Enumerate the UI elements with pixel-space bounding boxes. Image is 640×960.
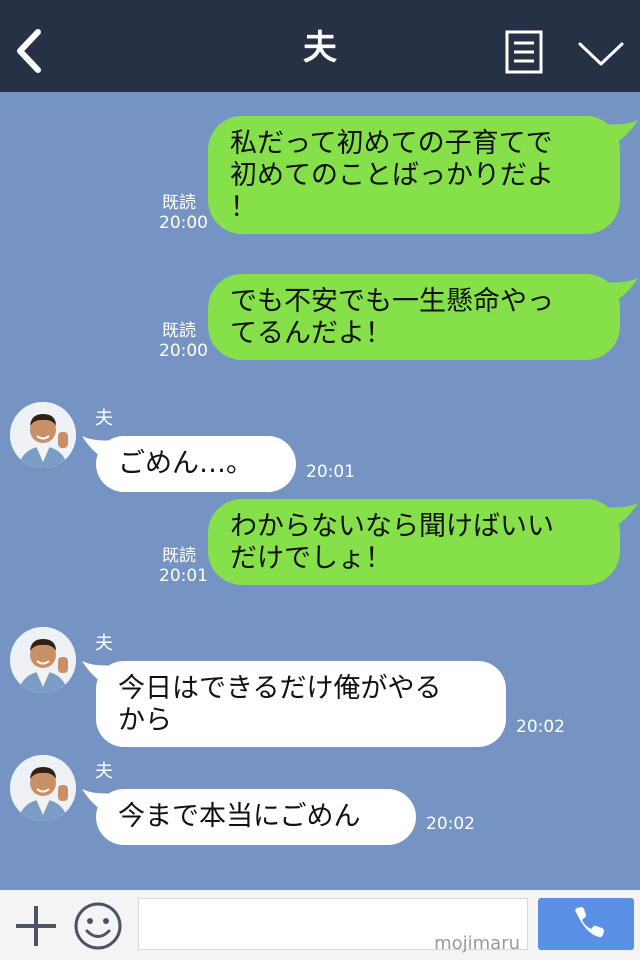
message-line: から [118, 705, 172, 736]
avatar[interactable] [10, 755, 76, 821]
note-list-icon [505, 30, 543, 74]
input-bar: mojimaru [0, 890, 640, 960]
chat-header: 夫 [0, 0, 640, 92]
emoji-button[interactable] [72, 900, 124, 952]
received-bubble-tail [82, 789, 116, 813]
chevron-left-icon [17, 29, 41, 73]
message-line: わからないなら聞けばいい [230, 511, 554, 542]
call-button[interactable] [538, 898, 634, 950]
sent-message-bubble[interactable]: 私だって初めての子育てで 初めてのことばっかりだよ ！ [208, 116, 620, 234]
message-time: 20:02 [516, 717, 565, 737]
note-button[interactable] [504, 30, 544, 74]
message-line: てるんだよ！ [230, 318, 392, 349]
message-time: 20:00 [159, 213, 208, 233]
received-message-bubble[interactable]: 今まで本当にごめん [96, 789, 416, 845]
sender-name: 夫 [95, 408, 113, 429]
received-message-bubble[interactable]: ごめん…。 [96, 436, 296, 492]
message-time: 20:01 [306, 462, 355, 482]
message-line: でも不安でも一生懸命やっ [230, 286, 554, 317]
back-button[interactable] [12, 28, 48, 74]
message-line: ごめん…。 [118, 448, 253, 479]
sender-name: 夫 [95, 633, 113, 654]
sent-message-bubble[interactable]: でも不安でも一生懸命やっ てるんだよ！ [208, 274, 620, 360]
read-status: 既読 [162, 193, 196, 213]
message-line: 今まで本当にごめん [118, 801, 361, 832]
avatar[interactable] [10, 402, 76, 468]
chevron-down-icon [578, 42, 624, 66]
avatar[interactable] [10, 627, 76, 693]
sent-bubble-tail [604, 278, 638, 302]
chat-title: 夫 [303, 28, 337, 68]
message-line: ！ [230, 192, 257, 223]
message-line: 私だって初めての子育てで [230, 128, 553, 159]
message-time: 20:00 [159, 341, 208, 361]
read-status: 既読 [162, 321, 196, 341]
sent-message-bubble[interactable]: わからないなら聞けばいい だけでしょ！ [208, 499, 620, 585]
add-button[interactable] [12, 902, 60, 950]
husband-avatar-icon [10, 755, 76, 821]
phone-icon [575, 907, 604, 938]
husband-avatar-icon [10, 627, 76, 693]
received-bubble-tail [82, 436, 116, 460]
plus-icon [16, 906, 56, 946]
sent-bubble-tail [604, 120, 638, 144]
husband-avatar-icon [10, 402, 76, 468]
smiley-icon [74, 902, 122, 950]
read-status: 既読 [162, 546, 196, 566]
collapse-button[interactable] [576, 36, 626, 70]
sent-bubble-tail [604, 503, 638, 527]
message-list[interactable]: 私だって初めての子育てで 初めてのことばっかりだよ ！ 既読 20:00 でも不… [0, 92, 640, 890]
message-line: 今日はできるだけ俺がやる [118, 673, 442, 704]
message-line: だけでしょ！ [230, 543, 392, 574]
received-message-bubble[interactable]: 今日はできるだけ俺がやる から [96, 661, 506, 747]
message-time: 20:02 [426, 814, 475, 834]
message-line: 初めてのことばっかりだよ [230, 160, 554, 191]
received-bubble-tail [82, 661, 116, 685]
message-time: 20:01 [159, 566, 208, 586]
watermark-text: mojimaru [434, 933, 520, 954]
sender-name: 夫 [95, 761, 113, 782]
